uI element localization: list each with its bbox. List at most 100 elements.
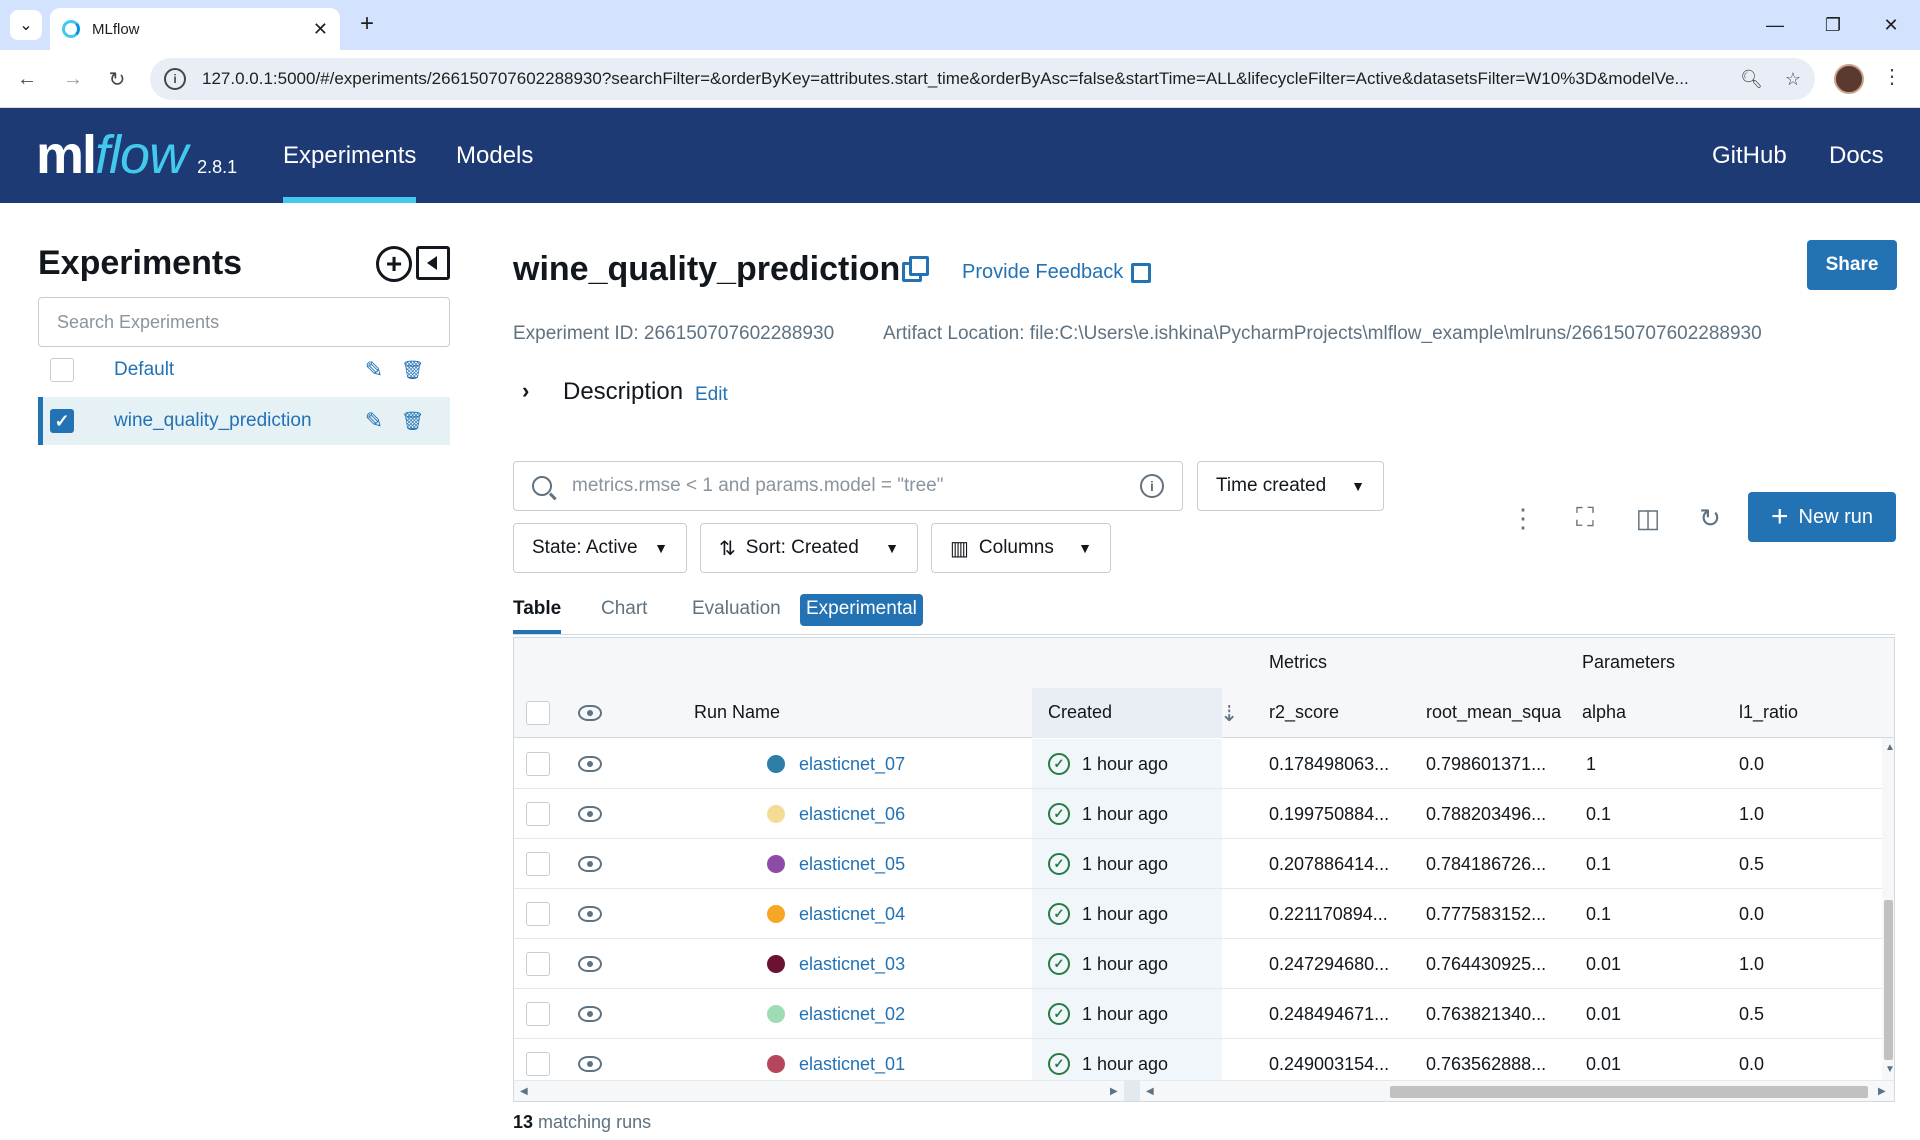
profile-avatar[interactable] [1834,64,1864,94]
pencil-icon[interactable]: ✎ [365,408,383,434]
tab-chart[interactable]: Chart [601,598,647,634]
row-checkbox[interactable] [526,939,550,989]
minimize-icon[interactable]: — [1746,0,1804,50]
zoom-icon[interactable]: 🔍︎ [1740,69,1763,90]
run-color-dot[interactable] [767,955,785,973]
row-checkbox[interactable] [526,989,550,1039]
run-name-link[interactable]: elasticnet_04 [799,904,905,925]
nav-experiments[interactable]: Experiments [283,108,417,203]
back-arrow-icon[interactable]: ← [12,64,42,94]
bookmark-star-icon[interactable]: ☆ [1785,69,1801,90]
row-checkbox[interactable] [526,839,550,889]
new-run-button[interactable]: + New run [1748,492,1896,542]
run-name-link[interactable]: elasticnet_03 [799,954,905,975]
sidepane-icon[interactable]: ◫ [1633,503,1663,533]
experiment-name[interactable]: wine_quality_prediction [114,410,365,432]
nav-docs[interactable]: Docs [1829,108,1884,203]
add-experiment-icon[interactable]: + [376,246,412,282]
run-name-link[interactable]: elasticnet_07 [799,754,905,775]
run-name-cell[interactable]: elasticnet_07 [767,739,905,789]
tab-evaluation[interactable]: Evaluation [692,598,781,634]
experiment-item-default[interactable]: Default ✎ 🗑︎ [38,346,450,394]
new-tab-button[interactable]: + [352,10,382,38]
sort-descending-icon[interactable]: ⇣ [1220,701,1238,727]
runs-search-box[interactable]: i [513,461,1183,511]
run-color-dot[interactable] [767,755,785,773]
scrollbar-thumb[interactable] [1884,900,1893,1060]
provide-feedback-link[interactable]: Provide Feedback [962,261,1152,284]
scroll-right-icon[interactable]: ▶ [1878,1086,1886,1097]
experiment-checkbox[interactable] [50,358,74,382]
l1-ratio-header[interactable]: l1_ratio [1739,702,1798,723]
refresh-icon[interactable]: ↻ [1695,503,1725,533]
tab-search-button[interactable]: ⌄ [10,10,42,40]
url-text[interactable]: 127.0.0.1:5000/#/experiments/26615070760… [202,69,1718,89]
close-tab-icon[interactable]: ✕ [313,19,328,40]
experiment-item-wine-quality[interactable]: ✓ wine_quality_prediction ✎ 🗑︎ [38,397,450,445]
table-row[interactable]: elasticnet_07 ✓ 1 hour ago 0.178498063... 0.… [514,739,1882,789]
mlflow-logo[interactable]: ml flow 2.8.1 [36,124,237,185]
chevron-right-icon[interactable]: › [522,378,529,404]
forward-arrow-icon[interactable]: → [58,64,88,94]
window-close-icon[interactable]: ✕ [1862,0,1920,50]
share-button[interactable]: Share [1807,240,1897,290]
nav-models[interactable]: Models [456,108,533,203]
scrollbar-thumb[interactable] [1390,1086,1868,1098]
run-color-dot[interactable] [767,805,785,823]
run-color-dot[interactable] [767,1005,785,1023]
run-color-dot[interactable] [767,855,785,873]
trash-icon[interactable]: 🗑︎ [401,411,424,432]
tab-table[interactable]: Table [513,598,562,634]
pencil-icon[interactable]: ✎ [365,357,383,383]
table-row[interactable]: elasticnet_04 ✓ 1 hour ago 0.221170894... 0.… [514,889,1882,939]
eye-icon[interactable] [578,705,602,721]
select-all-checkbox[interactable] [526,701,550,725]
reload-icon[interactable]: ↻ [102,64,132,94]
table-row[interactable]: elasticnet_02 ✓ 1 hour ago 0.248494671... 0.… [514,989,1882,1039]
copy-icon[interactable] [902,256,929,282]
eye-icon[interactable] [578,789,602,839]
fullscreen-icon[interactable]: ⛶ [1570,502,1600,533]
row-checkbox[interactable] [526,789,550,839]
alpha-header[interactable]: alpha [1582,702,1626,723]
experiment-name[interactable]: Default [114,359,365,381]
address-bar[interactable]: i 127.0.0.1:5000/#/experiments/266150707… [150,58,1815,100]
time-created-dropdown[interactable]: Time created ▼ [1197,461,1384,511]
row-checkbox[interactable] [526,739,550,789]
run-name-header[interactable]: Run Name [694,702,780,723]
run-name-cell[interactable]: elasticnet_05 [767,839,905,889]
run-name-link[interactable]: elasticnet_01 [799,1054,905,1075]
scroll-left-icon[interactable]: ◀ [1146,1086,1154,1097]
browser-menu-icon[interactable]: ⋮ [1882,64,1902,89]
site-info-icon[interactable]: i [164,68,186,90]
run-name-link[interactable]: elasticnet_05 [799,854,905,875]
scroll-up-icon[interactable]: ▲ [1885,742,1894,753]
state-dropdown[interactable]: State: Active ▼ [513,523,687,573]
columns-dropdown[interactable]: ▥ Columns ▼ [931,523,1111,573]
run-color-dot[interactable] [767,1055,785,1073]
eye-icon[interactable] [578,989,602,1039]
run-name-cell[interactable]: elasticnet_02 [767,989,905,1039]
collapse-sidebar-icon[interactable] [416,246,450,280]
rmse-header[interactable]: root_mean_squa [1426,702,1561,723]
horizontal-scrollbar[interactable]: ◀ ▶ ◀ ▶ [514,1080,1894,1101]
trash-icon[interactable]: 🗑︎ [401,360,424,381]
experiment-checkbox[interactable]: ✓ [50,409,74,433]
scroll-down-icon[interactable]: ▼ [1885,1064,1894,1075]
table-row[interactable]: elasticnet_06 ✓ 1 hour ago 0.199750884... 0.… [514,789,1882,839]
scroll-left-icon[interactable]: ◀ [520,1086,528,1097]
eye-icon[interactable] [578,739,602,789]
run-color-dot[interactable] [767,905,785,923]
r2-score-header[interactable]: r2_score [1269,702,1339,723]
info-icon[interactable]: i [1140,474,1164,498]
nav-github[interactable]: GitHub [1712,108,1787,203]
table-row[interactable]: elasticnet_03 ✓ 1 hour ago 0.247294680... 0.… [514,939,1882,989]
run-name-cell[interactable]: elasticnet_03 [767,939,905,989]
run-name-cell[interactable]: elasticnet_04 [767,889,905,939]
scroll-right-icon[interactable]: ▶ [1110,1086,1118,1097]
eye-icon[interactable] [578,939,602,989]
run-name-link[interactable]: elasticnet_06 [799,804,905,825]
search-experiments-input[interactable] [38,297,450,347]
tab-experimental[interactable]: Experimental [800,594,923,626]
more-options-icon[interactable]: ⋮ [1508,503,1538,533]
